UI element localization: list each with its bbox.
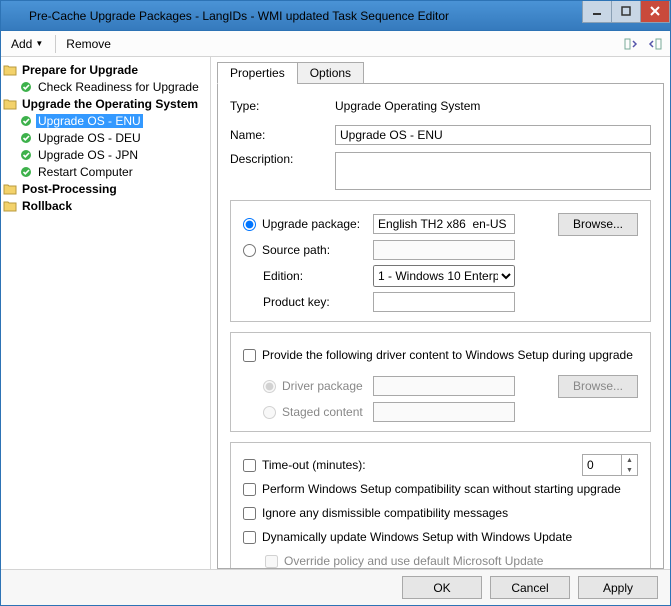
check-icon <box>19 148 33 162</box>
source-path-value[interactable] <box>373 240 515 260</box>
toolbar-separator <box>55 35 56 53</box>
browse-driver-button: Browse... <box>558 375 638 398</box>
folder-icon <box>3 199 17 213</box>
folder-icon <box>3 97 17 111</box>
step-label: Upgrade OS - DEU <box>36 131 143 145</box>
spinner-up-icon[interactable]: ▲ <box>622 455 637 465</box>
type-label: Type: <box>230 99 335 113</box>
driver-content-group: Provide the following driver content to … <box>230 332 651 432</box>
step-label: Restart Computer <box>36 165 135 179</box>
group-post-processing[interactable]: Post-Processing <box>3 180 208 197</box>
step-upgrade-enu[interactable]: Upgrade OS - ENU <box>3 112 208 129</box>
group-rollback[interactable]: Rollback <box>3 197 208 214</box>
step-label: Check Readiness for Upgrade <box>36 80 201 94</box>
remove-label: Remove <box>66 37 111 51</box>
group-label: Post-Processing <box>20 182 119 196</box>
source-path-label: Source path: <box>262 243 330 257</box>
step-label: Upgrade OS - JPN <box>36 148 140 162</box>
dialog-footer: OK Cancel Apply <box>1 569 670 605</box>
timeout-value: 0 <box>583 455 621 475</box>
check-icon <box>19 80 33 94</box>
toolbar: Add ▼ Remove <box>1 31 670 57</box>
step-label: Upgrade OS - ENU <box>36 114 143 128</box>
title-bar: Pre-Cache Upgrade Packages - LangIDs - W… <box>1 1 670 31</box>
folder-icon <box>3 182 17 196</box>
compat-scan-checkbox[interactable] <box>243 483 256 496</box>
step-tree-pane: Prepare for Upgrade Check Readiness for … <box>1 57 211 569</box>
description-label: Description: <box>230 152 335 166</box>
timeout-checkbox[interactable] <box>243 459 256 472</box>
timeout-spinner[interactable]: 0 ▲ ▼ <box>582 454 638 476</box>
dynamic-update-checkbox[interactable] <box>243 531 256 544</box>
expand-icon[interactable] <box>644 33 666 55</box>
driver-package-value <box>373 376 515 396</box>
type-value: Upgrade Operating System <box>335 99 480 113</box>
group-label: Prepare for Upgrade <box>20 63 140 77</box>
staged-content-value <box>373 402 515 422</box>
compat-scan-label: Perform Windows Setup compatibility scan… <box>262 482 621 496</box>
tab-strip: Properties Options <box>217 61 664 84</box>
check-icon <box>19 131 33 145</box>
close-button[interactable] <box>640 1 670 23</box>
upgrade-package-value[interactable] <box>373 214 515 234</box>
additional-options-group: Time-out (minutes): 0 ▲ ▼ Perform Window… <box>230 442 651 569</box>
timeout-label: Time-out (minutes): <box>262 458 366 472</box>
dropdown-arrow-icon: ▼ <box>35 39 43 48</box>
driver-content-label: Provide the following driver content to … <box>262 348 633 362</box>
upgrade-source-group: Upgrade package: Browse... Source path: <box>230 200 651 322</box>
browse-package-button[interactable]: Browse... <box>558 213 638 236</box>
group-label: Upgrade the Operating System <box>20 97 200 111</box>
properties-pane: Properties Options Type: Upgrade Operati… <box>211 57 670 569</box>
maximize-button[interactable] <box>611 1 641 23</box>
driver-package-label: Driver package <box>282 379 363 393</box>
name-input[interactable] <box>335 125 651 145</box>
source-path-radio[interactable] <box>243 244 256 257</box>
product-key-label: Product key: <box>263 295 330 309</box>
group-upgrade-os[interactable]: Upgrade the Operating System <box>3 95 208 112</box>
ignore-compat-checkbox[interactable] <box>243 507 256 520</box>
edition-label: Edition: <box>263 269 303 283</box>
step-check-readiness[interactable]: Check Readiness for Upgrade <box>3 78 208 95</box>
apply-button[interactable]: Apply <box>578 576 658 599</box>
tab-properties[interactable]: Properties <box>217 62 298 84</box>
driver-package-radio <box>263 380 276 393</box>
folder-icon <box>3 63 17 77</box>
override-policy-checkbox <box>265 555 278 568</box>
ok-button[interactable]: OK <box>402 576 482 599</box>
edition-select[interactable]: 1 - Windows 10 Enterprise <box>373 265 515 287</box>
minimize-button[interactable] <box>582 1 612 23</box>
tab-options[interactable]: Options <box>297 62 364 84</box>
add-button[interactable]: Add ▼ <box>5 35 49 53</box>
driver-content-checkbox[interactable] <box>243 349 256 362</box>
step-restart[interactable]: Restart Computer <box>3 163 208 180</box>
staged-content-label: Staged content <box>282 405 363 419</box>
step-upgrade-jpn[interactable]: Upgrade OS - JPN <box>3 146 208 163</box>
name-label: Name: <box>230 128 335 142</box>
ignore-compat-label: Ignore any dismissible compatibility mes… <box>262 506 508 520</box>
staged-content-radio <box>263 406 276 419</box>
dynamic-update-label: Dynamically update Windows Setup with Wi… <box>262 530 572 544</box>
upgrade-package-label: Upgrade package: <box>262 217 360 231</box>
check-icon <box>19 165 33 179</box>
step-upgrade-deu[interactable]: Upgrade OS - DEU <box>3 129 208 146</box>
spinner-down-icon[interactable]: ▼ <box>622 465 637 475</box>
add-label: Add <box>11 37 32 51</box>
product-key-input[interactable] <box>373 292 515 312</box>
collapse-icon[interactable] <box>620 33 642 55</box>
group-prepare[interactable]: Prepare for Upgrade <box>3 61 208 78</box>
cancel-button[interactable]: Cancel <box>490 576 570 599</box>
group-label: Rollback <box>20 199 74 213</box>
upgrade-package-radio[interactable] <box>243 218 256 231</box>
description-input[interactable] <box>335 152 651 190</box>
window-title: Pre-Cache Upgrade Packages - LangIDs - W… <box>29 9 583 23</box>
check-icon <box>19 114 33 128</box>
override-policy-label: Override policy and use default Microsof… <box>284 554 543 568</box>
remove-button[interactable]: Remove <box>60 35 117 53</box>
